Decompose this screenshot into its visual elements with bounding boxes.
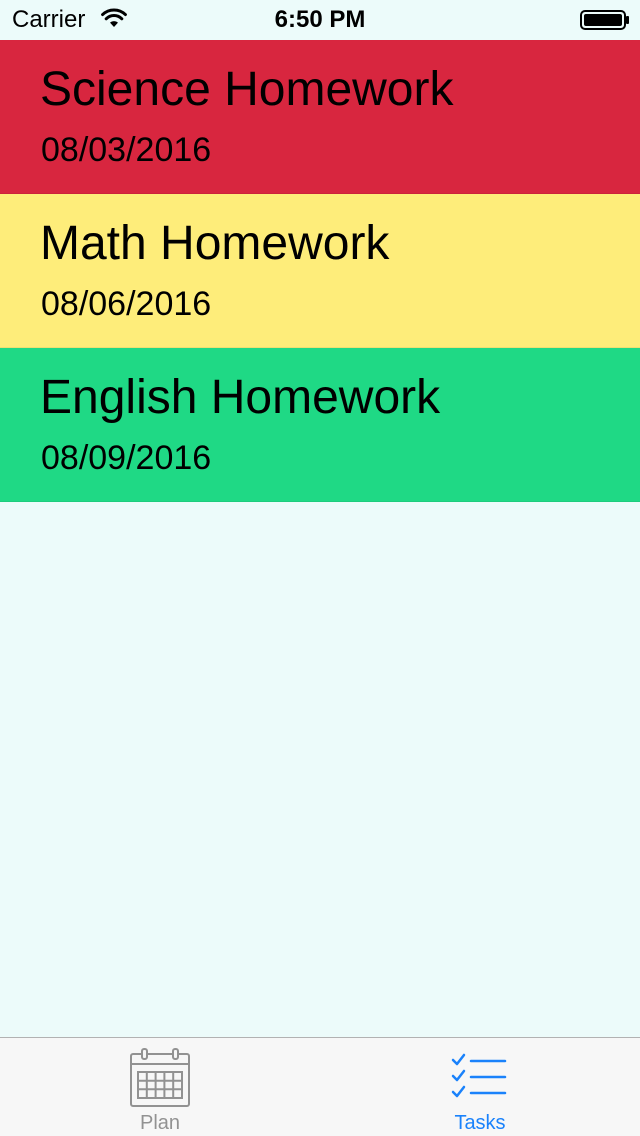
battery-icon — [580, 10, 629, 30]
clock-time: 6:50 PM — [274, 6, 366, 33]
task-title: Math Homework — [40, 217, 390, 270]
task-row[interactable]: Math Homework 08/06/2016 — [0, 194, 640, 348]
task-due-date: 08/03/2016 — [41, 131, 212, 169]
tab-plan[interactable]: Plan — [0, 1038, 320, 1136]
checklist-icon — [451, 1053, 507, 1098]
status-bar: Carrier 6:50 PM — [0, 0, 640, 40]
tab-bar: Plan Tasks — [0, 1037, 640, 1136]
task-due-date: 08/09/2016 — [41, 439, 212, 477]
tab-tasks-label: Tasks — [454, 1112, 506, 1134]
task-row[interactable]: Science Homework 08/03/2016 — [0, 40, 640, 194]
task-title: English Homework — [40, 371, 441, 424]
task-row[interactable]: English Homework 08/09/2016 — [0, 348, 640, 502]
tab-tasks[interactable]: Tasks — [320, 1038, 640, 1136]
tab-plan-label: Plan — [139, 1112, 181, 1134]
task-due-date: 08/06/2016 — [41, 285, 212, 323]
task-title: Science Homework — [40, 63, 454, 116]
task-list: Science Homework 08/03/2016 Math Homewor… — [0, 40, 640, 502]
calendar-icon — [130, 1048, 190, 1107]
